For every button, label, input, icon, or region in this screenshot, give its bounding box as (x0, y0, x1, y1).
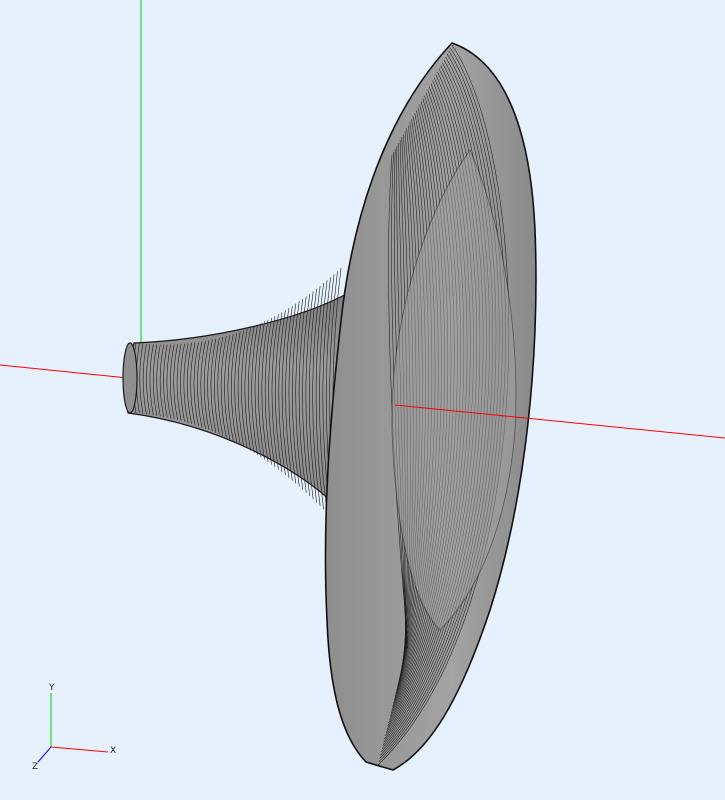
scene-canvas[interactable]: Y X Z (0, 0, 725, 800)
triad-x-axis (50, 746, 109, 753)
triad-y-label: Y (48, 683, 55, 693)
neck-opening (122, 342, 138, 414)
3d-viewport[interactable]: Y X Z (0, 0, 725, 800)
triad-x-label: X (110, 746, 116, 756)
triad-z-label: Z (32, 762, 38, 772)
horn-neck[interactable] (122, 267, 351, 529)
scene-x-axis-left (0, 364, 129, 379)
axis-triad: Y X Z (32, 683, 116, 772)
triad-z-axis (37, 746, 52, 763)
horn-bell[interactable] (324, 42, 537, 771)
